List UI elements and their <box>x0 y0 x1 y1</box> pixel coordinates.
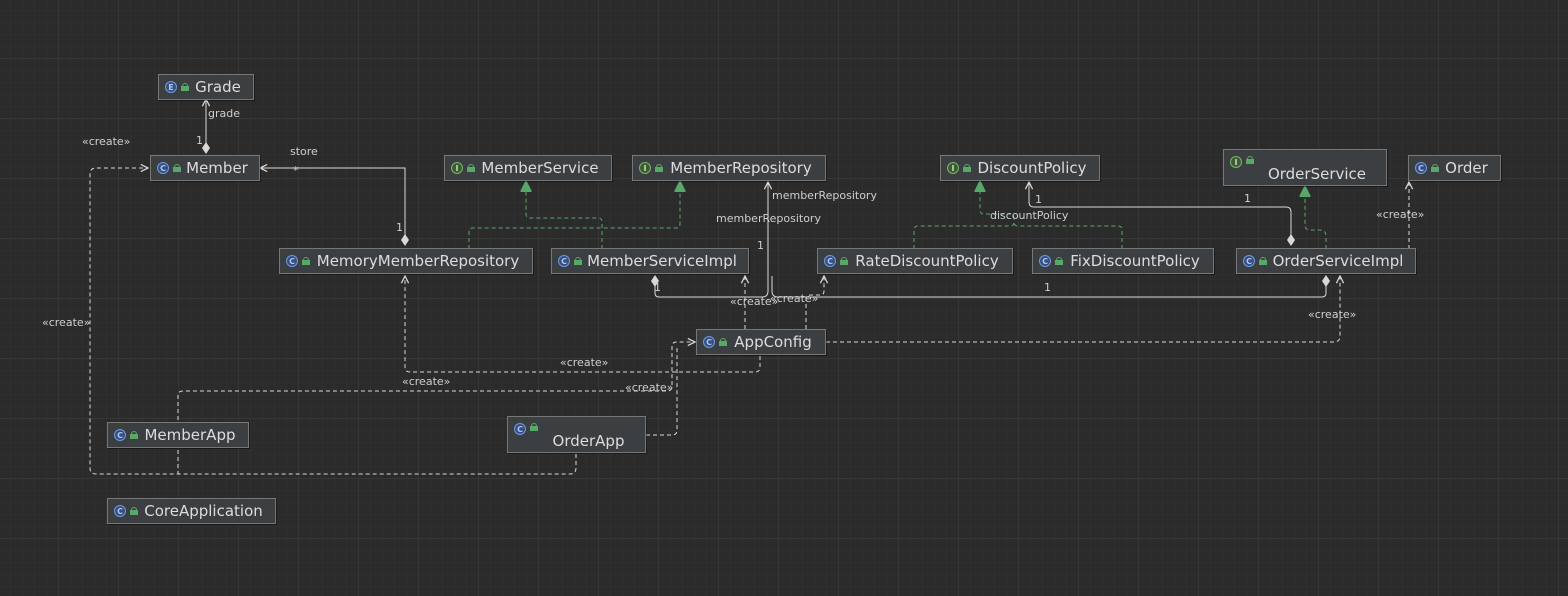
node-label: MemberService <box>481 159 599 177</box>
edge-label-multiplicity: 1 <box>654 281 661 294</box>
edge-label-multiplicity: 1 <box>1044 281 1051 294</box>
edge-label-create: «create» <box>1376 208 1425 221</box>
public-visibility-icon <box>302 257 310 265</box>
public-visibility-icon <box>467 164 475 172</box>
edge-label-store: store <box>290 145 318 158</box>
public-visibility-icon <box>719 338 727 346</box>
class-icon: C <box>703 336 715 348</box>
edge-label-multiplicity: 1 <box>1244 192 1251 205</box>
interface-icon: I <box>1230 156 1242 168</box>
interface-node-member-repository[interactable]: I MemberRepository <box>632 155 826 181</box>
enum-icon: E <box>165 81 177 93</box>
class-node-grade[interactable]: E Grade <box>158 74 254 100</box>
class-node-order[interactable]: C Order <box>1408 155 1501 181</box>
public-visibility-icon <box>1246 156 1254 164</box>
public-visibility-icon <box>963 164 971 172</box>
class-node-memory-member-repository[interactable]: C MemoryMemberRepository <box>279 248 533 274</box>
class-node-order-service-impl[interactable]: C OrderServiceImpl <box>1236 248 1416 274</box>
public-visibility-icon <box>1259 257 1267 265</box>
edge-label-multiplicity: 1 <box>396 221 403 234</box>
class-node-order-app[interactable]: C OrderApp <box>507 416 646 453</box>
interface-icon: I <box>947 162 959 174</box>
spring-class-icon: C <box>114 505 126 517</box>
edge-orderserviceimpl-realizes <box>1305 187 1327 249</box>
edge-label-multiplicity: 1 <box>757 239 764 252</box>
public-visibility-icon <box>130 507 138 515</box>
node-label: AppConfig <box>734 333 812 351</box>
edge-label-grade: grade <box>208 107 240 120</box>
edge-label-create: «create» <box>402 375 451 388</box>
class-icon: C <box>1243 255 1255 267</box>
class-icon: C <box>514 423 526 435</box>
public-visibility-icon <box>181 83 189 91</box>
class-icon: C <box>1415 162 1427 174</box>
interface-node-discount-policy[interactable]: I DiscountPolicy <box>940 155 1100 181</box>
node-label: MemberApp <box>144 426 236 444</box>
interface-node-member-service[interactable]: I MemberService <box>444 155 612 181</box>
node-label: OrderServiceImpl <box>1272 252 1404 270</box>
public-visibility-icon <box>655 164 663 172</box>
node-label: Member <box>186 159 248 177</box>
edge-label-create: «create» <box>625 381 674 394</box>
public-visibility-icon <box>574 257 582 265</box>
node-label: FixDiscountPolicy <box>1070 252 1200 270</box>
class-node-member-app[interactable]: C MemberApp <box>107 422 249 448</box>
node-label: DiscountPolicy <box>977 159 1087 177</box>
node-label: OrderService <box>1267 165 1367 183</box>
edge-label-create: «create» <box>82 135 131 148</box>
interface-icon: I <box>451 162 463 174</box>
edge-label-create: «create» <box>42 316 91 329</box>
edge-label-create: «create» <box>560 356 609 369</box>
edge-label-multiplicity: 1 <box>196 134 203 147</box>
edge-memoryrepo-member <box>260 168 405 245</box>
edge-fixpolicy-realizes <box>1013 221 1123 249</box>
public-visibility-icon <box>1431 164 1439 172</box>
edge-memberrepository-ref <box>655 182 768 298</box>
public-visibility-icon <box>130 431 138 439</box>
public-visibility-icon <box>530 423 538 431</box>
node-label: RateDiscountPolicy <box>855 252 999 270</box>
class-node-app-config[interactable]: C AppConfig <box>696 329 826 355</box>
edge-label-multiplicity: * <box>293 164 299 177</box>
class-node-member[interactable]: C Member <box>150 155 260 181</box>
edge-memoryrepo-realizes <box>468 182 680 249</box>
node-label: MemberRepository <box>670 159 812 177</box>
edge-label-discount-policy: discountPolicy <box>990 209 1069 222</box>
class-icon: C <box>1039 255 1051 267</box>
node-label: Grade <box>195 78 241 96</box>
class-node-rate-discount-policy[interactable]: C RateDiscountPolicy <box>817 248 1013 274</box>
public-visibility-icon <box>173 164 181 172</box>
public-visibility-icon <box>840 257 848 265</box>
edge-memberserviceimpl-realizes <box>526 182 603 249</box>
class-icon: C <box>824 255 836 267</box>
node-label: OrderApp <box>552 432 625 450</box>
node-label: MemoryMemberRepository <box>316 252 520 270</box>
interface-node-order-service[interactable]: I OrderService <box>1223 149 1387 186</box>
class-node-fix-discount-policy[interactable]: C FixDiscountPolicy <box>1032 248 1214 274</box>
class-icon: C <box>157 162 169 174</box>
edge-label-member-repository: memberRepository <box>772 189 877 202</box>
edge-label-create: «create» <box>1308 308 1357 321</box>
class-node-member-service-impl[interactable]: C MemberServiceImpl <box>551 248 749 274</box>
node-label: CoreApplication <box>144 502 263 520</box>
interface-icon: I <box>639 162 651 174</box>
public-visibility-icon <box>1055 257 1063 265</box>
class-node-core-application[interactable]: C CoreApplication <box>107 498 276 524</box>
node-label: Order <box>1445 159 1488 177</box>
class-icon: C <box>558 255 570 267</box>
class-icon: C <box>286 255 298 267</box>
edge-label-create: «create» <box>770 292 819 305</box>
edge-label-member-repository: memberRepository <box>716 212 821 225</box>
edge-label-multiplicity: 1 <box>1035 193 1042 206</box>
node-label: MemberServiceImpl <box>587 252 737 270</box>
class-icon: C <box>114 429 126 441</box>
edge-appconfig-orderserviceimpl <box>826 276 1340 343</box>
